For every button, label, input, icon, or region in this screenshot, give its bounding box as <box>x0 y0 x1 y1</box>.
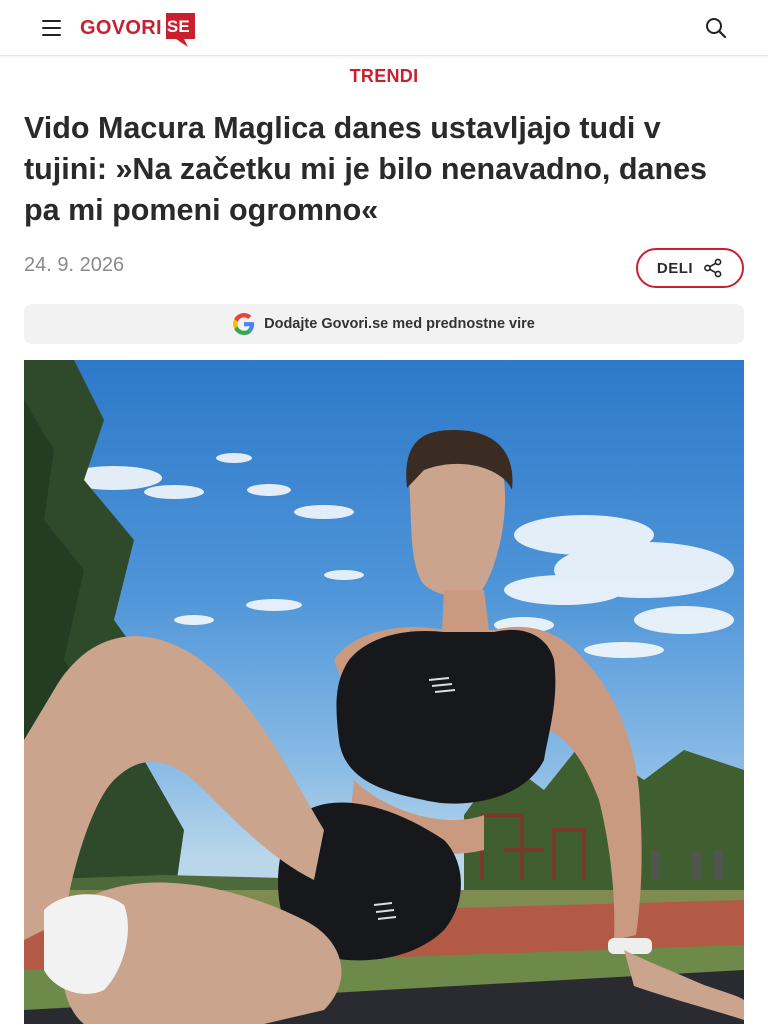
article-hero-image <box>24 360 744 1024</box>
google-preferred-source-button[interactable]: Dodajte Govori.se med prednostne vire <box>24 304 744 344</box>
share-icon <box>704 258 722 278</box>
hamburger-menu-icon <box>42 20 61 22</box>
article-photo-illustration <box>24 360 744 1024</box>
search-button[interactable] <box>704 16 728 40</box>
logo-badge-text: SE <box>166 17 190 36</box>
logo-text: GOVORI <box>80 16 162 39</box>
share-button-label: DELI <box>656 259 694 277</box>
hamburger-line <box>42 34 61 36</box>
search-icon <box>706 18 727 39</box>
logo-badge: SE <box>164 11 197 47</box>
hamburger-menu-button[interactable] <box>40 16 64 40</box>
google-icon <box>233 313 255 335</box>
article-category[interactable]: TRENDI <box>0 66 768 87</box>
share-button[interactable]: DELI <box>636 248 744 288</box>
site-logo[interactable]: GOVORI SE <box>80 9 197 47</box>
hamburger-line <box>42 27 61 29</box>
top-navigation-bar: GOVORI SE <box>0 0 768 56</box>
article-date: 24. 9. 2026 <box>24 254 125 276</box>
google-bar-text: Dodajte Govori.se med prednostne vire <box>264 316 535 332</box>
article-title: Vido Macura Maglica danes ustavljajo tud… <box>24 111 708 227</box>
